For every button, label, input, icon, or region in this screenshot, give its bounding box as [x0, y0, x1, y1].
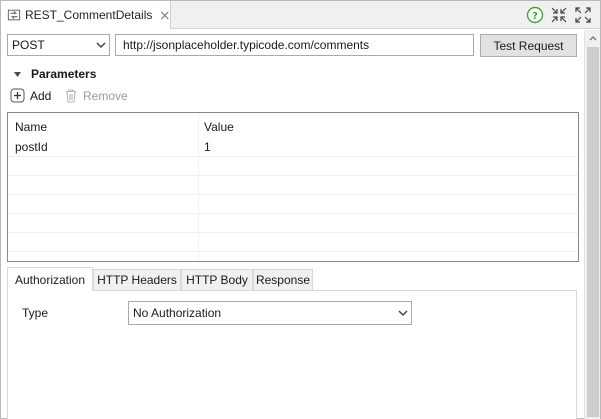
- param-value-cell[interactable]: 1: [198, 140, 211, 154]
- authorization-type-value: No Authorization: [133, 306, 222, 320]
- method-value: POST: [12, 38, 45, 52]
- rest-editor-window: REST_CommentDetails ? POST http://jsonpl…: [0, 0, 601, 419]
- svg-text:?: ?: [532, 11, 538, 22]
- tab-http-body[interactable]: HTTP Body: [181, 269, 253, 290]
- column-header-name[interactable]: Name: [8, 120, 198, 134]
- minimize-icon[interactable]: [550, 6, 568, 24]
- parameters-section-header[interactable]: Parameters: [13, 67, 96, 81]
- table-row-empty[interactable]: [8, 176, 578, 195]
- chevron-down-icon: [96, 41, 106, 48]
- tab-authorization[interactable]: Authorization: [7, 267, 93, 291]
- table-row-empty[interactable]: [8, 195, 578, 214]
- remove-parameter-button[interactable]: Remove: [64, 88, 128, 103]
- expand-triangle-icon[interactable]: [13, 70, 22, 79]
- test-request-button[interactable]: Test Request: [480, 34, 577, 57]
- param-name-cell[interactable]: postId: [8, 140, 198, 154]
- scroll-up-button[interactable]: [585, 30, 601, 46]
- scroll-thumb[interactable]: [587, 47, 599, 417]
- editor-tabbar: REST_CommentDetails ?: [1, 1, 600, 29]
- trash-icon: [66, 89, 76, 103]
- parameters-table[interactable]: Name Value postId 1: [7, 112, 579, 262]
- auth-dropdown-button[interactable]: [395, 303, 411, 323]
- url-input[interactable]: http://jsonplaceholder.typicode.com/comm…: [115, 34, 474, 56]
- tab-http-headers[interactable]: HTTP Headers: [93, 269, 181, 290]
- table-row[interactable]: postId 1: [8, 138, 578, 157]
- editor-tab-title: REST_CommentDetails: [25, 8, 153, 22]
- rest-file-icon: [7, 9, 21, 21]
- table-header: Name Value: [8, 117, 578, 136]
- table-row-empty[interactable]: [8, 157, 578, 176]
- add-label: Add: [30, 88, 52, 103]
- maximize-icon[interactable]: [574, 6, 592, 24]
- table-row-empty[interactable]: [8, 214, 578, 233]
- close-icon[interactable]: [160, 10, 170, 21]
- add-icon: [10, 88, 25, 103]
- chevron-down-icon: [398, 309, 408, 316]
- help-icon[interactable]: ?: [526, 6, 544, 24]
- add-parameter-button[interactable]: Add: [10, 88, 51, 103]
- tab-response[interactable]: Response: [253, 269, 313, 290]
- table-row-empty[interactable]: [8, 233, 578, 252]
- method-dropdown-button[interactable]: [93, 35, 109, 55]
- column-header-value[interactable]: Value: [198, 120, 234, 134]
- method-select[interactable]: POST: [7, 34, 110, 56]
- authorization-type-select[interactable]: No Authorization: [128, 301, 412, 325]
- remove-label: Remove: [83, 88, 128, 103]
- parameters-title: Parameters: [31, 67, 97, 81]
- editor-tools: ?: [526, 6, 592, 24]
- vertical-scrollbar[interactable]: [584, 30, 600, 419]
- authorization-panel: Type No Authorization: [7, 290, 577, 419]
- type-label: Type: [22, 306, 49, 320]
- chevron-up-icon: [589, 35, 597, 40]
- editor-tab[interactable]: REST_CommentDetails: [1, 1, 171, 29]
